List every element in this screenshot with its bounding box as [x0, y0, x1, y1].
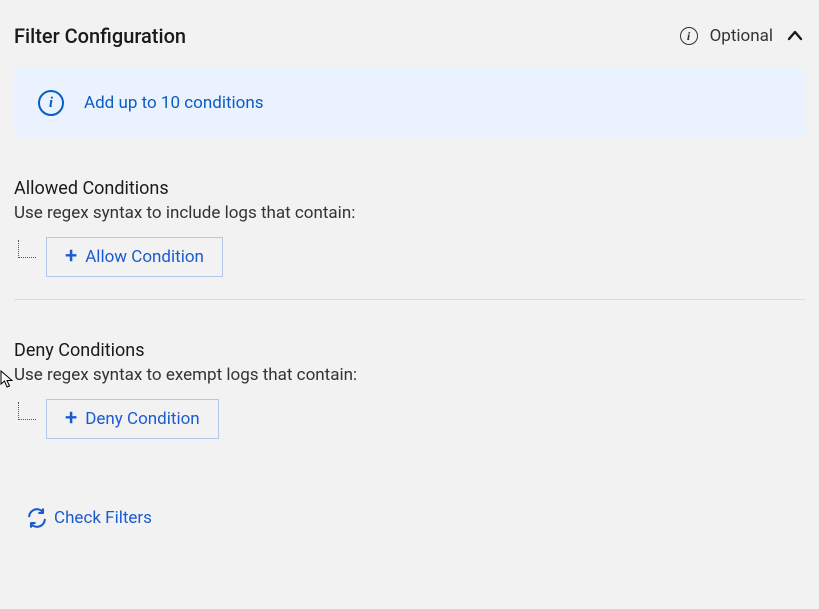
info-banner-text: Add up to 10 conditions [84, 93, 264, 113]
plus-icon: + [65, 246, 77, 268]
check-filters-link[interactable]: Check Filters [22, 501, 156, 535]
deny-subtext: Use regex syntax to exempt logs that con… [14, 365, 805, 385]
check-filters-label: Check Filters [54, 508, 152, 528]
deny-condition-label: Deny Condition [85, 409, 199, 429]
info-banner: i Add up to 10 conditions [14, 68, 805, 138]
allow-condition-label: Allow Condition [85, 247, 204, 267]
allowed-conditions-section: Allowed Conditions Use regex syntax to i… [14, 178, 805, 277]
allowed-subtext: Use regex syntax to include logs that co… [14, 203, 805, 223]
refresh-icon [26, 507, 48, 529]
allowed-heading: Allowed Conditions [14, 178, 805, 199]
optional-label: Optional [710, 26, 773, 46]
cursor-icon [0, 370, 14, 388]
section-divider [14, 299, 805, 300]
deny-button-row: + Deny Condition [14, 399, 805, 439]
panel-header: Filter Configuration i Optional [14, 14, 805, 68]
deny-heading: Deny Conditions [14, 340, 805, 361]
plus-icon: + [65, 408, 77, 430]
tree-connector-icon [18, 240, 36, 258]
deny-condition-button[interactable]: + Deny Condition [46, 399, 219, 439]
tree-connector-icon [18, 402, 36, 420]
info-icon: i [38, 90, 64, 116]
allowed-button-row: + Allow Condition [14, 237, 805, 277]
info-icon[interactable]: i [680, 27, 698, 45]
header-right: i Optional [680, 26, 805, 46]
allow-condition-button[interactable]: + Allow Condition [46, 237, 223, 277]
deny-conditions-section: Deny Conditions Use regex syntax to exem… [14, 340, 805, 439]
chevron-up-icon[interactable] [785, 26, 805, 46]
page-title: Filter Configuration [14, 24, 186, 48]
